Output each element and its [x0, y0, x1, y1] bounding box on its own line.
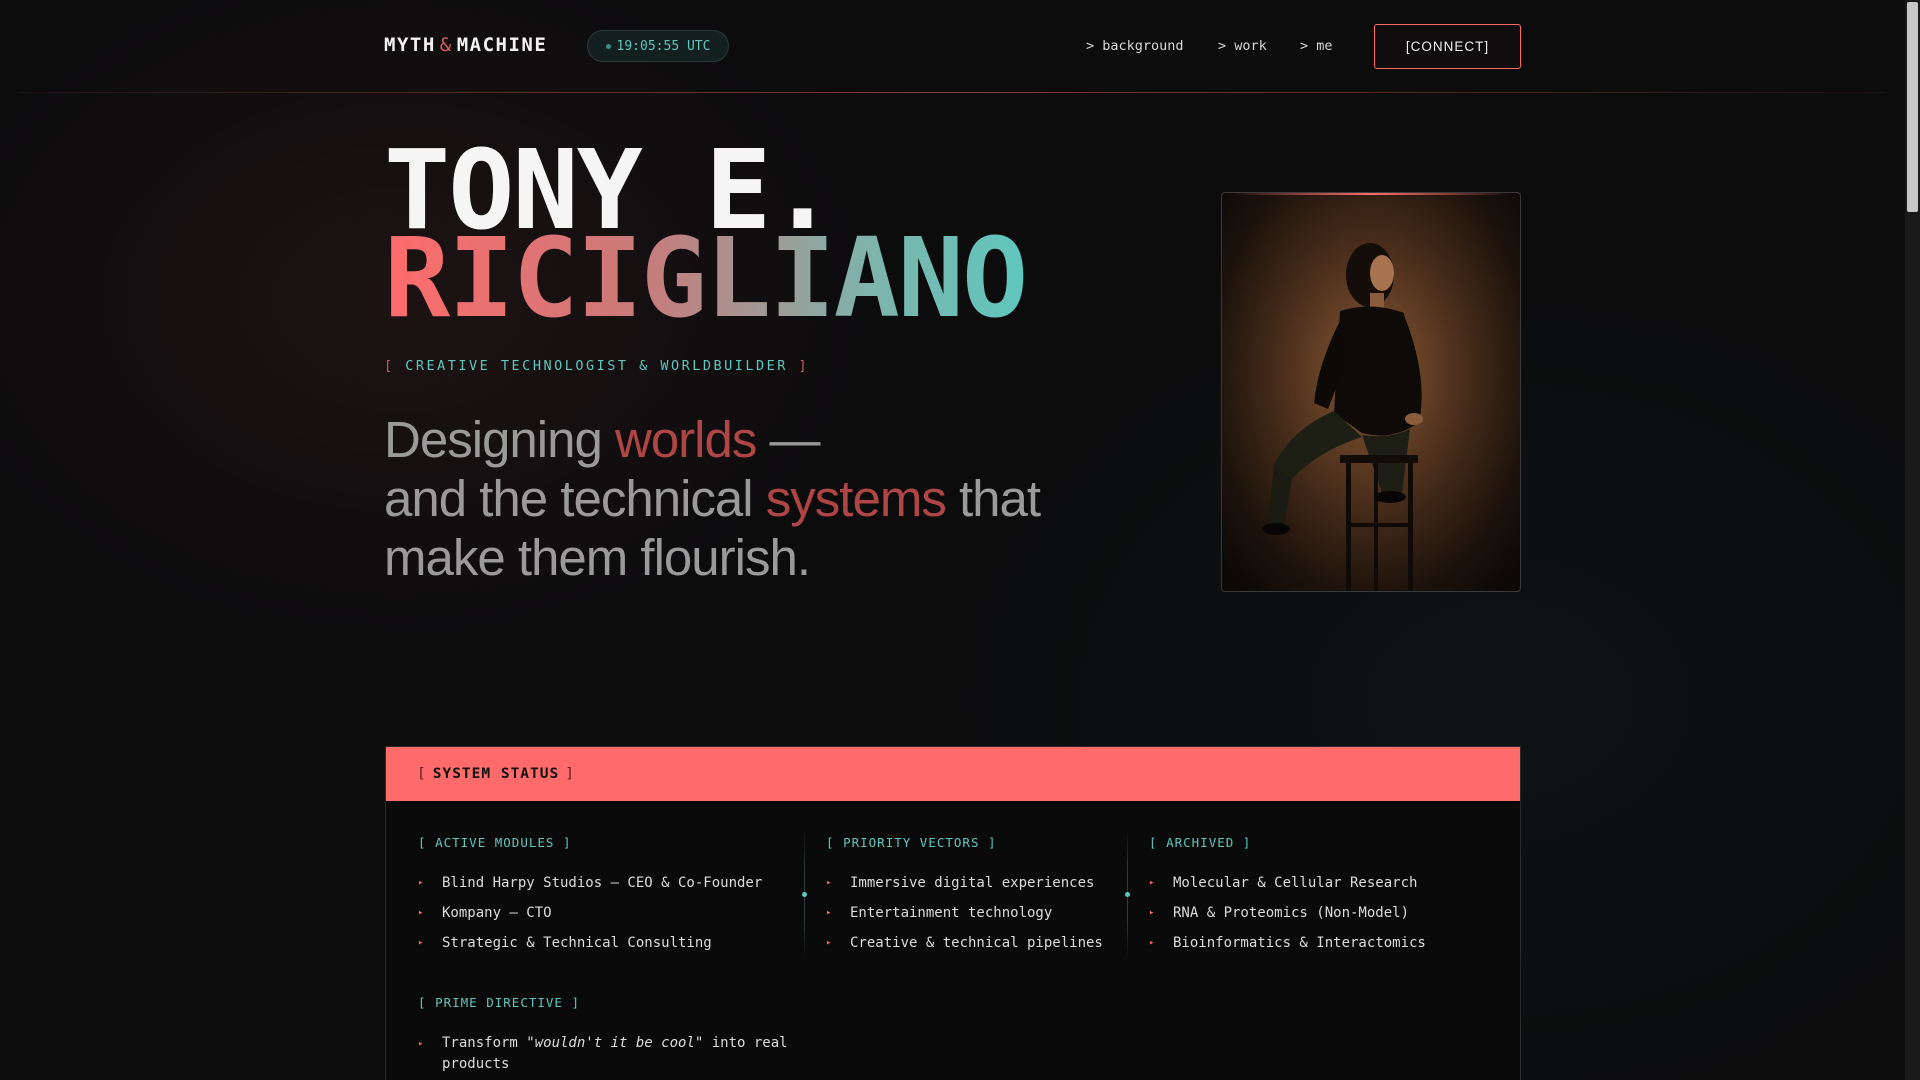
bullet-icon: ▸: [1149, 938, 1155, 948]
active-module-item: Strategic & Technical Consulting: [442, 935, 712, 951]
tagline-highlight-systems: systems: [765, 470, 947, 527]
logo-ampersand: &: [439, 34, 453, 56]
scrollbar[interactable]: [1905, 0, 1920, 1080]
divider-dot-icon: [1125, 892, 1130, 897]
prime-directive-pre: Transform ": [442, 1035, 535, 1051]
prime-directive-label-text: PRIME DIRECTIVE: [435, 995, 563, 1010]
system-status-title: SYSTEM STATUS: [432, 766, 560, 782]
bullet-icon: ▸: [418, 908, 424, 918]
portrait-accent-line: [1232, 193, 1510, 195]
logo-left: MYTH: [384, 34, 436, 56]
nav-link-background[interactable]: > background: [1086, 38, 1184, 54]
bullet-icon: ▸: [826, 938, 832, 948]
subtitle-text: CREATIVE TECHNOLOGIST & WORLDBUILDER: [405, 358, 788, 374]
priority-vector-item: Creative & technical pipelines: [850, 935, 1103, 951]
bullet-icon: ▸: [1149, 878, 1155, 888]
nav-link-me[interactable]: > me: [1300, 38, 1333, 54]
priority-vector-item: Immersive digital experiences: [850, 875, 1095, 891]
priority-vector-item: Entertainment technology: [850, 905, 1053, 921]
system-status-panel: [ SYSTEM STATUS] [ ACTIVE MODULES ] ▸ Bli…: [385, 746, 1521, 1080]
prime-directive-label: [ PRIME DIRECTIVE ]: [418, 995, 581, 1010]
bullet-icon: ▸: [826, 908, 832, 918]
prime-directive-text: Transform "wouldn't it be cool" into rea…: [442, 1033, 802, 1075]
bracket: [: [417, 766, 427, 782]
site-header: MYTH & MACHINE 19:05:55 UTC > background >…: [0, 0, 1905, 92]
bracket: ]: [565, 766, 575, 782]
prime-directive-line2: products: [442, 1056, 510, 1072]
active-module-item: Blind Harpy Studios — CEO & Co-Founder: [442, 875, 763, 891]
prime-directive-emphasis: wouldn't it be cool: [534, 1035, 695, 1051]
bullet-icon: ▸: [418, 878, 424, 888]
clock-time: 19:05:55 UTC: [616, 38, 711, 54]
bullet-icon: ▸: [418, 938, 424, 948]
tagline-part: Designing: [384, 411, 615, 468]
archived-item: RNA & Proteomics (Non-Model): [1173, 905, 1410, 921]
archived-label-text: ARCHIVED: [1166, 835, 1235, 850]
divider-dot-icon: [802, 892, 807, 897]
hero-tagline: Designing worlds — and the technical sys…: [384, 410, 1084, 587]
archived-item: Bioinformatics & Interactomics: [1173, 935, 1426, 951]
priority-vectors-label-text: PRIORITY VECTORS: [843, 835, 980, 850]
site-logo[interactable]: MYTH & MACHINE: [384, 34, 547, 56]
subtitle-bracket-close: ]: [798, 358, 810, 374]
archived-label: [ ARCHIVED ]: [1149, 835, 1252, 850]
tagline-part: —: [756, 411, 821, 468]
name-last-line: RICIGLIANO: [384, 214, 1028, 342]
scrollbar-thumb[interactable]: [1907, 2, 1918, 212]
nav-link-work[interactable]: > work: [1218, 38, 1267, 54]
bullet-icon: ▸: [1149, 908, 1155, 918]
active-modules-label-text: ACTIVE MODULES: [435, 835, 555, 850]
prime-directive-post: " into real: [694, 1035, 788, 1051]
tagline-part: that: [945, 470, 1041, 527]
bullet-icon: ▸: [826, 878, 832, 888]
active-modules-label: [ ACTIVE MODULES ]: [418, 835, 572, 850]
bullet-icon: ▸: [418, 1039, 424, 1049]
active-module-item: Kompany — CTO: [442, 905, 552, 921]
status-dot-icon: [605, 43, 611, 49]
utc-clock: 19:05:55 UTC: [587, 30, 729, 62]
subtitle-bracket-open: [: [384, 358, 395, 374]
archived-item: Molecular & Cellular Research: [1173, 875, 1418, 891]
role-subtitle: [ CREATIVE TECHNOLOGIST & WORLDBUILDER ]: [384, 358, 809, 374]
system-status-header: [ SYSTEM STATUS]: [386, 747, 1520, 801]
tagline-part: and the technical: [384, 470, 766, 527]
portrait-photo: [1221, 192, 1521, 592]
connect-button[interactable]: [CONNECT]: [1374, 24, 1521, 69]
priority-vectors-label: [ PRIORITY VECTORS ]: [826, 835, 997, 850]
logo-right: MACHINE: [456, 34, 548, 56]
tagline-highlight-worlds: worlds: [614, 411, 757, 468]
tagline-part: make them flourish.: [384, 529, 811, 586]
person-silhouette-icon: [1262, 243, 1423, 591]
header-divider: [18, 92, 1886, 93]
